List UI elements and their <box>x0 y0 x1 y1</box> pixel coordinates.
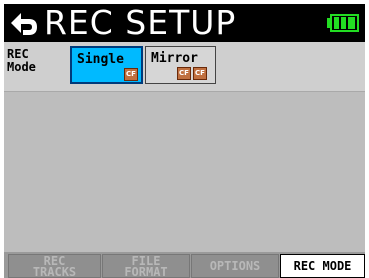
cf-card-icon: CF <box>193 67 207 80</box>
rec-mode-row: REC Mode Single CF Mirror CF CF <box>4 42 365 92</box>
page-title: REC SETUP <box>44 3 237 42</box>
mirror-mode-label: Mirror <box>151 51 198 66</box>
battery-full-icon <box>327 14 359 32</box>
bottom-tab-bar: REC TRACKS FILE FORMAT OPTIONS REC MODE <box>4 252 365 278</box>
tab-rec-mode-label: REC MODE <box>293 259 352 273</box>
cf-card-icon: CF <box>124 68 138 81</box>
back-arrow-icon[interactable] <box>7 8 41 38</box>
mirror-mode-button[interactable]: Mirror CF CF <box>145 46 216 84</box>
tab-rec-tracks-label: REC TRACKS <box>32 254 77 278</box>
tab-file-format-label: FILE FORMAT <box>124 254 168 278</box>
rec-setup-screen: REC SETUP REC Mode Single CF Mirror CF C… <box>0 0 369 278</box>
rec-mode-label: REC Mode <box>7 47 36 74</box>
tab-options-label: OPTIONS <box>209 259 261 273</box>
title-bar: REC SETUP <box>4 4 365 42</box>
single-mode-button[interactable]: Single CF <box>70 46 143 84</box>
tab-file-format[interactable]: FILE FORMAT <box>102 254 190 278</box>
main-content-area <box>4 92 365 252</box>
tab-rec-tracks[interactable]: REC TRACKS <box>8 254 101 278</box>
single-mode-label: Single <box>77 52 124 67</box>
tab-options[interactable]: OPTIONS <box>191 254 279 278</box>
cf-card-icon: CF <box>177 67 191 80</box>
tab-rec-mode[interactable]: REC MODE <box>280 254 365 278</box>
